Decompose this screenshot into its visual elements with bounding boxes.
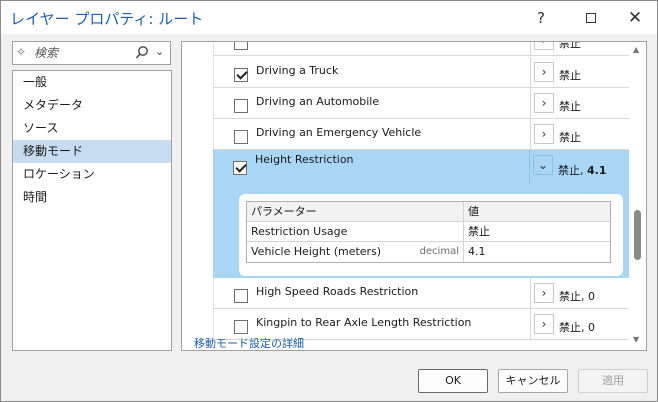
restriction-value: 禁止, 4.1 xyxy=(558,164,607,177)
chevron-down-icon[interactable]: ⌄ xyxy=(155,45,164,58)
restriction-checkbox[interactable] xyxy=(234,68,248,82)
sidebar-nav: 一般 メタデータ ソース 移動モード ロケーション 時間 xyxy=(12,70,172,351)
parameter-value[interactable]: 4.1 xyxy=(464,242,610,262)
restriction-checkbox[interactable] xyxy=(234,320,248,334)
search-box: ✧ ⌄ xyxy=(12,41,171,65)
chevron-down-icon[interactable]: ⌄ xyxy=(533,155,553,175)
table-row: Restriction Usage 禁止 xyxy=(247,222,610,242)
chevron-right-icon[interactable]: › xyxy=(534,283,554,303)
parameter-type: decimal xyxy=(419,246,459,257)
sparkle-icon: ✧ xyxy=(16,45,27,59)
restriction-label: Height Restriction xyxy=(255,153,354,166)
maximize-button[interactable] xyxy=(569,1,613,34)
help-icon: ? xyxy=(537,8,545,27)
list-item: Driving a Truck › 禁止 xyxy=(213,57,629,88)
sidebar-item-metadata[interactable]: メタデータ xyxy=(13,94,171,117)
list-item: Driving an Emergency Vehicle › 禁止 xyxy=(213,119,629,150)
chevron-right-icon[interactable]: › xyxy=(534,314,554,334)
scrollbar-thumb[interactable] xyxy=(634,210,641,260)
close-button[interactable]: ✕ xyxy=(613,1,657,34)
value-header: 値 xyxy=(468,205,479,218)
restriction-label: Driving a Truck xyxy=(256,64,339,77)
restriction-value: 禁止 xyxy=(559,69,581,82)
sidebar-item-general[interactable]: 一般 xyxy=(13,71,171,94)
vertical-scrollbar[interactable]: ▲ ▼ xyxy=(629,42,646,350)
sidebar-item-time[interactable]: 時間 xyxy=(13,186,171,209)
restriction-value: 禁止 xyxy=(559,100,581,113)
parameter-header-row: パラメーター 値 xyxy=(247,202,610,222)
restrictions-panel: › 禁止 Driving a Truck › 禁止 Driving an Aut… xyxy=(181,41,647,351)
restriction-checkbox[interactable] xyxy=(234,99,248,113)
table-row: Vehicle Height (meters) decimal 4.1 xyxy=(247,242,610,262)
title-bar: レイヤー プロパティ: ルート ? ✕ xyxy=(1,1,657,34)
maximize-icon xyxy=(586,12,596,23)
parameter-value[interactable]: 禁止 xyxy=(464,222,610,241)
restriction-label: Driving an Emergency Vehicle xyxy=(256,126,422,139)
parameter-name: Restriction Usage xyxy=(247,222,464,241)
layer-properties-dialog: レイヤー プロパティ: ルート ? ✕ ✧ ⌄ 一般 メタデータ ソース 移動モ… xyxy=(0,0,658,402)
chevron-right-icon[interactable]: › xyxy=(534,42,554,50)
list-item: › 禁止 xyxy=(213,41,629,56)
restriction-value: 禁止, 0 xyxy=(559,290,595,303)
restriction-label: High Speed Roads Restriction xyxy=(256,285,419,298)
parameter-header: パラメーター xyxy=(247,202,464,221)
search-icon[interactable] xyxy=(134,44,150,62)
scroll-down-icon[interactable]: ▼ xyxy=(633,335,639,344)
restriction-checkbox[interactable] xyxy=(234,42,248,50)
close-icon: ✕ xyxy=(627,7,643,28)
travel-mode-settings-link[interactable]: 移動モード設定の詳細 xyxy=(194,335,304,351)
parameter-name: Vehicle Height (meters) decimal xyxy=(247,242,464,262)
search-input[interactable] xyxy=(34,45,134,61)
restriction-checkbox[interactable] xyxy=(233,161,247,175)
restriction-label: Driving an Automobile xyxy=(256,95,380,108)
restriction-value: 禁止 xyxy=(559,41,581,50)
restriction-checkbox[interactable] xyxy=(234,289,248,303)
restriction-value: 禁止 xyxy=(559,131,581,144)
apply-button[interactable]: 適用 xyxy=(578,369,648,393)
chevron-right-icon[interactable]: › xyxy=(534,62,554,82)
sidebar-item-travel-modes[interactable]: 移動モード xyxy=(13,140,171,163)
sidebar-item-location[interactable]: ロケーション xyxy=(13,163,171,186)
parameter-card: パラメーター 値 Restriction Usage 禁止 Vehicle He… xyxy=(239,194,623,276)
restriction-value: 禁止, 0 xyxy=(559,321,595,334)
scroll-up-icon[interactable]: ▲ xyxy=(633,45,639,54)
parameter-table: パラメーター 値 Restriction Usage 禁止 Vehicle He… xyxy=(246,201,611,263)
dialog-title: レイヤー プロパティ: ルート xyxy=(10,10,204,28)
restriction-checkbox[interactable] xyxy=(234,130,248,144)
restriction-label: Kingpin to Rear Axle Length Restriction xyxy=(256,316,472,329)
list-item: Driving an Automobile › 禁止 xyxy=(213,88,629,119)
chevron-right-icon[interactable]: › xyxy=(534,124,554,144)
ok-button[interactable]: OK xyxy=(418,369,488,393)
cancel-button[interactable]: キャンセル xyxy=(498,369,568,393)
list-item: High Speed Roads Restriction › 禁止, 0 xyxy=(213,278,629,309)
sidebar-item-source[interactable]: ソース xyxy=(13,117,171,140)
help-button[interactable]: ? xyxy=(519,1,563,34)
chevron-right-icon[interactable]: › xyxy=(534,93,554,113)
expanded-restriction: Height Restriction ⌄ 禁止, 4.1 パラメーター 値 Re… xyxy=(213,150,629,278)
